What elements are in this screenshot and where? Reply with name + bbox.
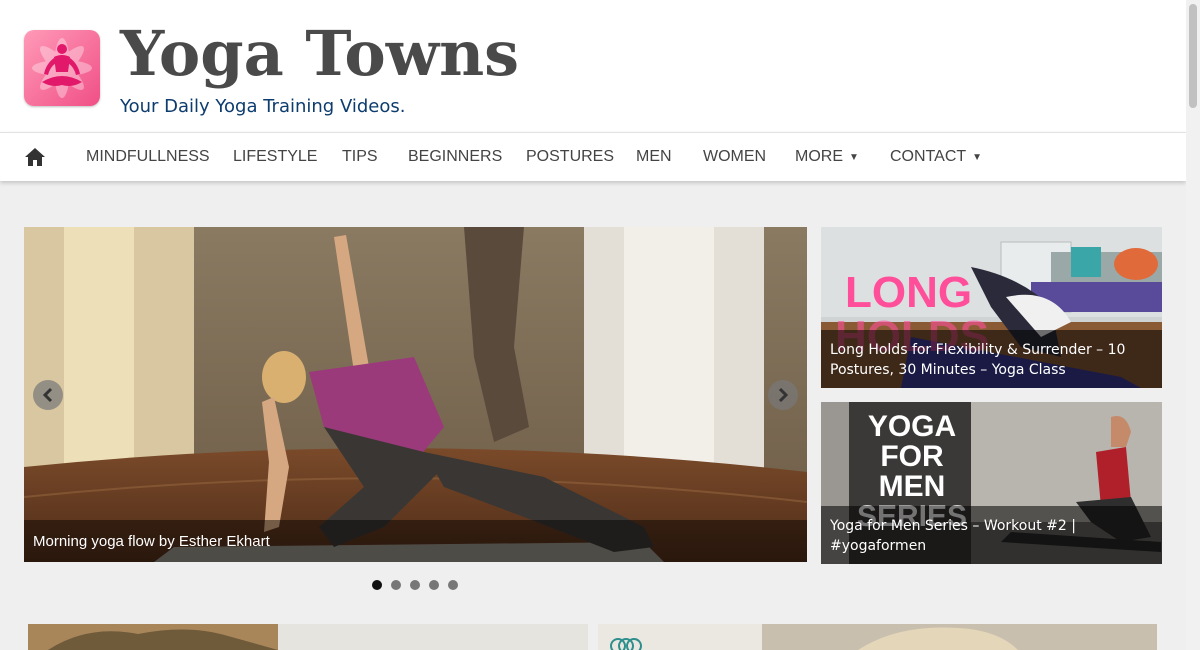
slider-dot-4[interactable]: [429, 580, 439, 590]
slider-prev-button[interactable]: [33, 380, 63, 410]
lotus-yoga-icon: [32, 38, 92, 98]
featured-card-long-holds[interactable]: LONG HOLDS Long Holds for Flexibility & …: [821, 227, 1162, 388]
main-navigation: MINDFULLNESS LIFESTYLE TIPS BEGINNERS PO…: [0, 132, 1186, 181]
card-overlay-line: MEN: [879, 470, 946, 503]
chevron-left-icon: [42, 387, 53, 403]
nav-label: LIFESTYLE: [233, 148, 318, 165]
nav-label: TIPS: [342, 148, 378, 165]
nav-label: MEN: [636, 148, 672, 165]
nav-label: MINDFULLNESS: [86, 148, 210, 165]
nav-label: CONTACT: [890, 148, 967, 165]
chevron-right-icon: [778, 387, 789, 403]
site-header: Yoga Towns Your Daily Yoga Training Vide…: [0, 0, 1186, 132]
nav-label: MORE: [795, 148, 843, 165]
scrollbar-thumb[interactable]: [1189, 4, 1197, 108]
post-thumbnail-preview[interactable]: [28, 624, 588, 650]
card-caption[interactable]: Yoga for Men Series – Workout #2 | #yoga…: [821, 506, 1162, 564]
nav-item-tips[interactable]: TIPS: [342, 133, 378, 181]
post-thumbnail-image: [598, 624, 1157, 650]
nav-label: POSTURES: [526, 148, 615, 165]
nav-label: WOMEN: [703, 148, 767, 165]
slide-caption[interactable]: Morning yoga flow by Esther Ekhart: [33, 533, 270, 550]
nav-item-lifestyle[interactable]: LIFESTYLE: [233, 133, 317, 181]
card-caption-bar: Yoga for Men Series – Workout #2 | #yoga…: [821, 506, 1162, 564]
nav-item-women[interactable]: WOMEN: [703, 133, 766, 181]
nav-item-beginners[interactable]: BEGINNERS: [408, 133, 502, 181]
home-icon[interactable]: [24, 146, 46, 168]
caret-down-icon: ▼: [849, 152, 859, 163]
nav-item-more[interactable]: MORE ▼: [795, 133, 859, 181]
nav-item-mindfullness[interactable]: MINDFULLNESS: [86, 133, 210, 181]
page-scrollbar[interactable]: [1186, 0, 1200, 650]
slide-caption-bar: Morning yoga flow by Esther Ekhart: [24, 520, 807, 562]
slider-dot-3[interactable]: [410, 580, 420, 590]
nav-item-men[interactable]: MEN: [636, 133, 672, 181]
site-title[interactable]: Yoga Towns: [120, 14, 519, 94]
card-caption-bar: Long Holds for Flexibility & Surrender –…: [821, 330, 1162, 388]
site-logo[interactable]: [24, 30, 100, 106]
nav-item-postures[interactable]: POSTURES: [526, 133, 614, 181]
slider-dot-5[interactable]: [448, 580, 458, 590]
slider-dot-2[interactable]: [391, 580, 401, 590]
card-overlay-line: YOGA: [868, 410, 956, 443]
caret-down-icon: ▼: [972, 152, 983, 163]
post-thumbnail-image: [28, 624, 588, 650]
nav-item-contact[interactable]: CONTACT ▼: [890, 133, 982, 181]
card-caption[interactable]: Long Holds for Flexibility & Surrender –…: [821, 330, 1162, 388]
featured-slider[interactable]: Morning yoga flow by Esther Ekhart: [24, 227, 807, 562]
slider-next-button[interactable]: [768, 380, 798, 410]
card-overlay-line: FOR: [880, 440, 944, 473]
featured-card-yoga-for-men[interactable]: YOGA FOR MEN SERIES Yoga for Men Series …: [821, 402, 1162, 564]
post-thumbnail-preview[interactable]: [598, 624, 1157, 650]
slider-dot-1[interactable]: [372, 580, 382, 590]
card-overlay-long: LONG: [845, 268, 972, 317]
slide-image: [24, 227, 807, 562]
nav-label: BEGINNERS: [408, 148, 503, 165]
site-tagline: Your Daily Yoga Training Videos.: [120, 96, 406, 117]
